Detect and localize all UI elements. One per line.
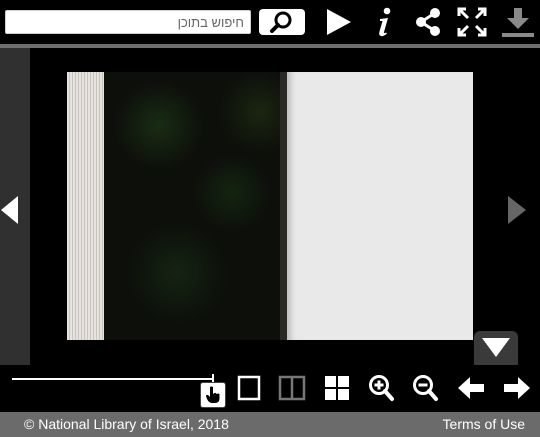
collapse-arrow-icon — [482, 338, 510, 357]
single-page-view-button[interactable] — [236, 374, 264, 402]
footer: © National Library of Israel, 2018 Terms… — [0, 412, 540, 437]
play-icon — [327, 9, 351, 35]
info-icon — [379, 7, 391, 37]
grid-view-icon — [325, 376, 349, 400]
book-spine-edge — [67, 72, 104, 340]
arrow-left-icon — [458, 377, 484, 399]
blank-page — [287, 72, 473, 340]
info-button[interactable] — [368, 6, 400, 38]
double-page-view-icon — [278, 375, 306, 401]
hand-pointer-icon — [206, 386, 220, 403]
play-button[interactable] — [322, 6, 354, 38]
search-input[interactable] — [5, 10, 251, 34]
zoom-in-icon — [369, 375, 394, 401]
fullscreen-icon — [457, 7, 487, 37]
collapse-panel-button[interactable] — [474, 331, 518, 365]
cover-edge — [280, 72, 287, 340]
next-page-button[interactable] — [503, 374, 531, 402]
download-icon — [502, 8, 534, 37]
search-button[interactable] — [259, 9, 305, 35]
single-page-view-icon — [237, 375, 261, 401]
search-icon — [270, 11, 292, 33]
copyright-text: © National Library of Israel, 2018 — [24, 416, 229, 432]
zoom-out-button[interactable] — [411, 374, 439, 402]
download-button[interactable] — [500, 6, 536, 38]
zoom-out-icon — [413, 375, 438, 401]
double-page-view-button[interactable] — [278, 374, 306, 402]
grid-view-button[interactable] — [323, 374, 351, 402]
share-icon — [416, 8, 440, 36]
book-spread[interactable] — [67, 72, 473, 340]
page-slider-track[interactable] — [12, 378, 213, 380]
top-toolbar — [0, 0, 540, 44]
page-slider-handle[interactable] — [200, 382, 226, 408]
next-page-icon[interactable] — [507, 196, 527, 224]
book-cover-image — [104, 72, 287, 340]
viewer-stage — [0, 48, 540, 365]
zoom-in-button[interactable] — [367, 374, 395, 402]
terms-of-use-link[interactable]: Terms of Use — [443, 412, 525, 437]
previous-page-button[interactable] — [457, 374, 485, 402]
prev-page-icon[interactable] — [1, 196, 19, 224]
arrow-right-icon — [504, 377, 530, 399]
fullscreen-button[interactable] — [456, 6, 488, 38]
share-button[interactable] — [412, 6, 444, 38]
